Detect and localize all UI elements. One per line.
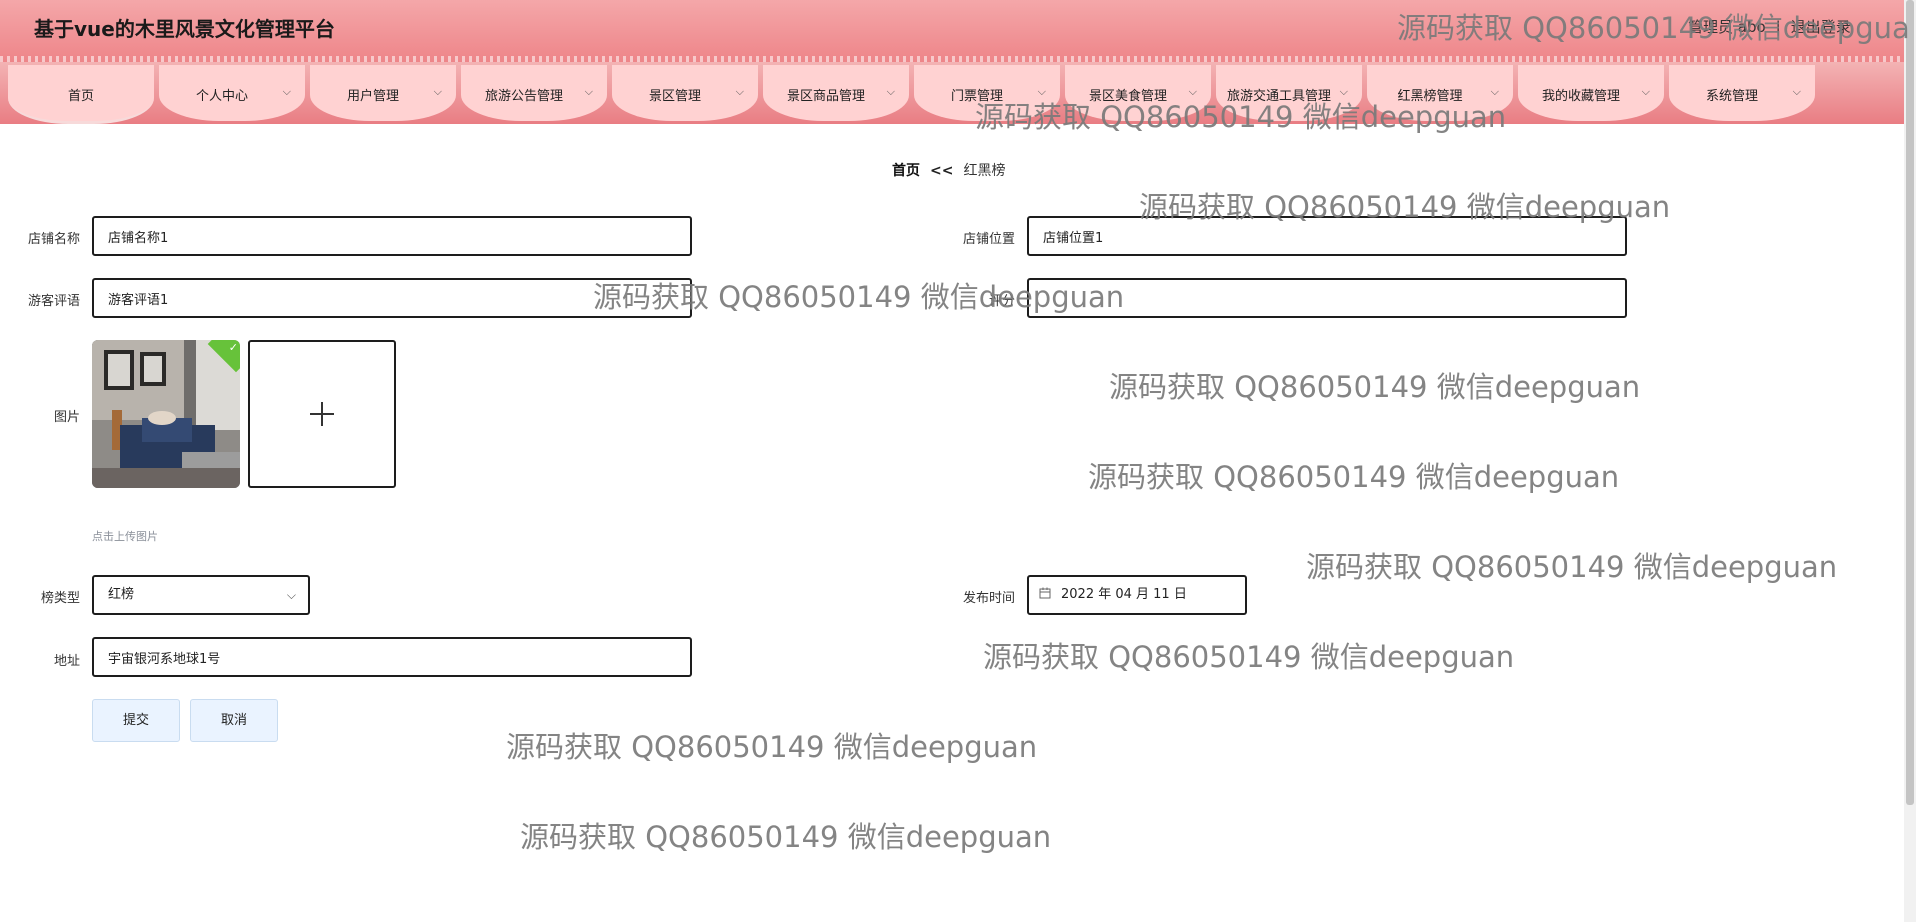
- top-header: 基于vue的木里风景文化管理平台 管理员 abo | 退出登录: [0, 0, 1904, 62]
- list-type-value: 红榜: [108, 587, 135, 602]
- submit-button[interactable]: 提交: [92, 699, 180, 742]
- publish-time-picker[interactable]: 2022 年 04 月 11 日: [1027, 575, 1247, 615]
- nav-label: 景区美食管理: [1088, 89, 1167, 104]
- score-field[interactable]: [1027, 278, 1627, 318]
- nav-label: 我的收藏管理: [1541, 89, 1620, 104]
- watermark: 源码获取 QQ86050149 微信deepguan: [1088, 460, 1620, 494]
- check-icon: ✓: [228, 341, 238, 354]
- uploaded-image-thumbnail[interactable]: ✓: [92, 340, 240, 488]
- shop-name-label: 店铺名称: [27, 232, 80, 247]
- user-area: 管理员 abo | 退出登录: [1688, 16, 1851, 37]
- watermark: 源码获取 QQ86050149 微信deepguan: [1306, 550, 1838, 584]
- main-nav: 首页 个人中心 ⌵ 用户管理 ⌵ 旅游公告管理 ⌵ 景区管理 ⌵ 景区商品管理 ⌵ 门票管…: [0, 62, 1904, 124]
- nav-label: 用户管理: [346, 89, 399, 104]
- scrollbar-thumb[interactable]: [1906, 0, 1914, 805]
- nav-item-redblack-management[interactable]: 红黑榜管理 ⌵: [1367, 65, 1513, 121]
- nav-label: 首页: [67, 89, 94, 104]
- chevron-down-icon: ⌵: [886, 85, 895, 98]
- breadcrumb-home[interactable]: 首页: [892, 163, 920, 179]
- nav-label: 旅游公告管理: [484, 89, 563, 104]
- app-title: 基于vue的木里风景文化管理平台: [34, 17, 335, 41]
- cancel-button[interactable]: 取消: [190, 699, 278, 742]
- watermark: 源码获取 QQ86050149 微信deepguan: [506, 730, 1038, 764]
- score-label: 评分: [988, 294, 1015, 309]
- chevron-down-icon: ⌵: [735, 85, 744, 98]
- shop-location-label: 店铺位置: [962, 232, 1015, 247]
- nav-label: 系统管理: [1705, 89, 1758, 104]
- list-type-label: 榜类型: [40, 591, 80, 606]
- chevron-down-icon: ⌵: [282, 85, 291, 98]
- watermark: 源码获取 QQ86050149 微信deepguan: [520, 820, 1052, 854]
- nav-item-scenic-management[interactable]: 景区管理 ⌵: [612, 65, 758, 121]
- nav-label: 旅游交通工具管理: [1226, 89, 1331, 104]
- nav-label: 景区商品管理: [786, 89, 865, 104]
- chevron-down-icon: ⌵: [1792, 85, 1801, 98]
- plus-icon: [250, 342, 394, 486]
- shop-name-field[interactable]: [92, 216, 692, 256]
- address-label: 地址: [53, 654, 80, 669]
- chevron-down-icon: ⌵: [1490, 85, 1499, 98]
- review-field[interactable]: [92, 278, 692, 318]
- nav-item-favorites-management[interactable]: 我的收藏管理 ⌵: [1518, 65, 1664, 121]
- breadcrumb-current: 红黑榜: [963, 163, 1006, 179]
- publish-time-label: 发布时间: [962, 591, 1015, 606]
- breadcrumb: 首页 << 红黑榜: [892, 160, 1005, 180]
- nav-item-transport-management[interactable]: 旅游交通工具管理 ⌵: [1216, 65, 1362, 121]
- nav-item-home[interactable]: 首页: [8, 65, 154, 124]
- nav-item-personal-center[interactable]: 个人中心 ⌵: [159, 65, 305, 121]
- breadcrumb-separator: <<: [930, 163, 954, 179]
- upload-tip: 点击上传图片: [92, 530, 158, 543]
- chevron-down-icon: ⌵: [1641, 85, 1650, 98]
- nav-label: 门票管理: [950, 89, 1003, 104]
- review-label: 游客评语: [27, 294, 80, 309]
- image-upload-button[interactable]: [248, 340, 396, 488]
- nav-item-ticket-management[interactable]: 门票管理 ⌵: [914, 65, 1060, 121]
- nav-label: 景区管理: [648, 89, 701, 104]
- chevron-down-icon: ⌵: [286, 588, 296, 602]
- chevron-down-icon: ⌵: [1188, 85, 1197, 98]
- watermark: 源码获取 QQ86050149 微信deepguan: [983, 640, 1515, 674]
- chevron-down-icon: ⌵: [1339, 85, 1348, 98]
- chevron-down-icon: ⌵: [433, 85, 442, 98]
- image-label: 图片: [53, 410, 80, 425]
- publish-time-value: 2022 年 04 月 11 日: [1061, 587, 1187, 602]
- address-field[interactable]: [92, 637, 692, 677]
- nav-item-food-management[interactable]: 景区美食管理 ⌵: [1065, 65, 1211, 121]
- nav-item-user-management[interactable]: 用户管理 ⌵: [310, 65, 456, 121]
- nav-item-goods-management[interactable]: 景区商品管理 ⌵: [763, 65, 909, 121]
- logout-link[interactable]: 退出登录: [1791, 18, 1851, 36]
- chevron-down-icon: ⌵: [1037, 85, 1046, 98]
- chevron-down-icon: ⌵: [584, 85, 593, 98]
- nav-item-system-management[interactable]: 系统管理 ⌵: [1669, 65, 1815, 121]
- shop-location-field[interactable]: [1027, 216, 1627, 256]
- nav-label: 红黑榜管理: [1397, 89, 1463, 104]
- user-label: 管理员 abo: [1688, 18, 1766, 36]
- vertical-scrollbar[interactable]: [1904, 0, 1916, 922]
- watermark: 源码获取 QQ86050149 微信deepguan: [1109, 370, 1641, 404]
- calendar-icon: [1039, 577, 1051, 613]
- list-type-select[interactable]: 红榜 ⌵: [92, 575, 310, 615]
- nav-item-notice-management[interactable]: 旅游公告管理 ⌵: [461, 65, 607, 121]
- divider: |: [1775, 18, 1781, 36]
- bedroom-photo: [92, 340, 240, 488]
- nav-label: 个人中心: [195, 89, 248, 104]
